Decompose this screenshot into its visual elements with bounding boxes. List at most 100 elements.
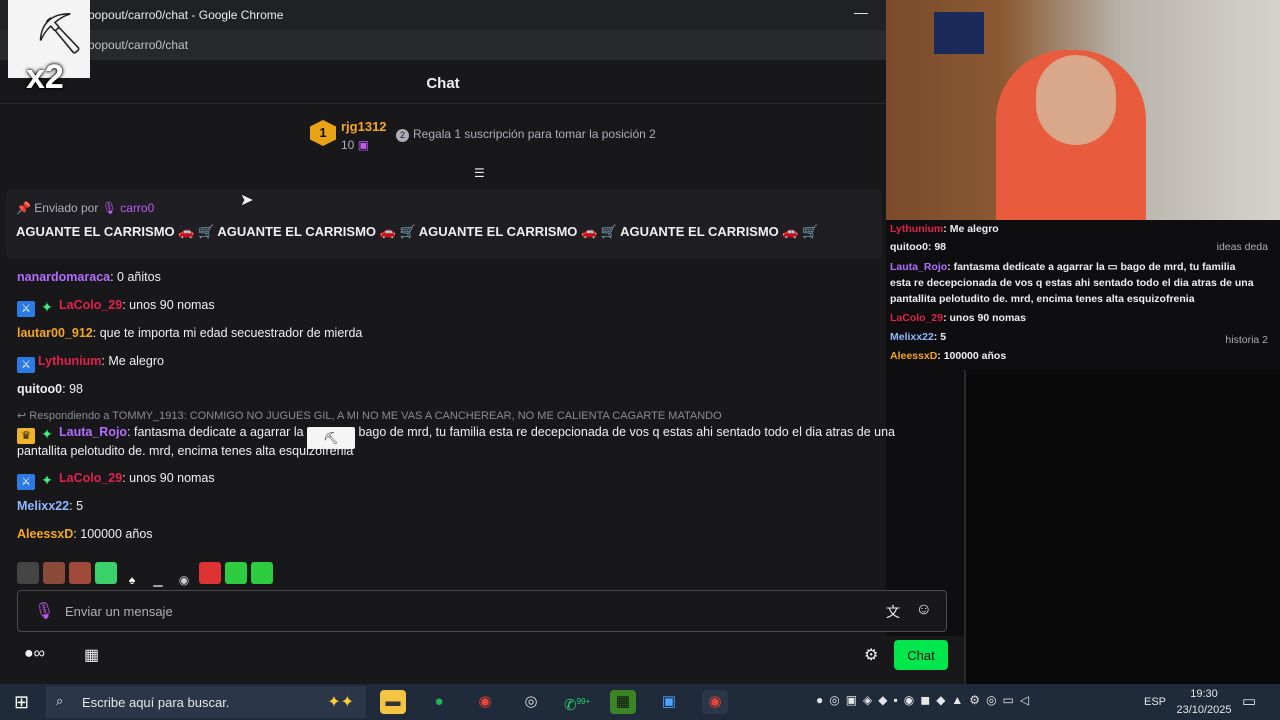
username[interactable]: lautar00_912 [17, 326, 93, 340]
mic-icon: 🎙 [34, 603, 55, 620]
sparkle-icon: ✦ [41, 472, 53, 488]
emoji-icon[interactable]: ☺ [916, 601, 932, 619]
sword-icon: ⚔ [17, 357, 35, 373]
username[interactable]: LaColo_29 [59, 298, 122, 312]
window-title: popout/carro0/chat - Google Chrome [88, 8, 284, 22]
language-indicator[interactable]: ESP [1144, 696, 1166, 708]
username[interactable]: Lauta_Rojo [59, 425, 127, 439]
overlay-line: pantallita pelotudito de. mrd, encima te… [890, 293, 1195, 305]
taskbar: ⊞ ⌕ Escribe aquí para buscar. ✦✦ ▬ ● ◉ ◎… [0, 684, 1280, 720]
points-icon[interactable]: ●∞ [24, 645, 45, 663]
emote-button[interactable] [43, 562, 65, 584]
chrome-active-icon[interactable]: ◉ [702, 690, 728, 714]
username[interactable]: AleessxD [17, 527, 73, 541]
whatsapp-icon[interactable]: ✆99+ [564, 690, 590, 714]
translate-icon[interactable]: 文 [886, 602, 900, 622]
minecraft-icon[interactable]: ▦ [610, 690, 636, 714]
message-list: nanardomaraca: 0 añitos ⚔ ✦ LaColo_29: uno… [0, 262, 895, 552]
chat-title: Chat [426, 75, 460, 92]
windows-start-icon[interactable]: ⊞ [14, 692, 29, 713]
rank-badge: 1 [310, 120, 336, 146]
input-placeholder: Enviar un mensaje [65, 604, 173, 619]
chrome-window: popout/carro0/chat - Google Chrome — pop… [0, 0, 947, 684]
system-tray[interactable]: ●◎▣◈◆▪◉◼◆▲⚙◎▭◁ [816, 693, 1035, 707]
gift-hint[interactable]: 2 Regala 1 suscripción para tomar la posi… [396, 127, 656, 142]
mouse-cursor: ➤ [240, 192, 254, 209]
jersey-icon [934, 12, 984, 54]
username[interactable]: LaColo_29 [59, 471, 122, 485]
overlay-line: Lythunium: Me alegro [890, 223, 999, 235]
webcam-feed [886, 0, 1280, 220]
pinned-message: 📌 Enviado por 🎙 carro0 AGUANTE EL CARRIS… [6, 190, 882, 258]
emote-button[interactable] [251, 562, 273, 584]
username[interactable]: Melixx22 [17, 499, 69, 513]
question-icon: 2 [396, 129, 409, 142]
chrome-icon[interactable]: ◉ [472, 690, 498, 714]
overlay-line: esta re decepcionada de vos q estas ahi … [890, 277, 1254, 289]
emote-bar: ♠ ▁ ◉ [17, 562, 277, 587]
clock[interactable]: 19:30 23/10/2025 [1176, 686, 1232, 718]
sparkle-icon: ✦✦ [327, 694, 354, 711]
username[interactable]: nanardomaraca [17, 270, 110, 284]
chat-line: Melixx22: 5 [17, 499, 84, 513]
emote-button[interactable] [225, 562, 247, 584]
mic-icon: 🎙 [101, 201, 117, 215]
emote-button[interactable] [17, 562, 39, 584]
chat-line: ⚔ ✦ LaColo_29: unos 90 nomas [17, 471, 215, 490]
taskbar-search[interactable]: ⌕ Escribe aquí para buscar. ✦✦ [46, 686, 366, 718]
store-icon[interactable]: ▣ [656, 690, 682, 714]
send-chat-button[interactable]: Chat [894, 640, 948, 670]
collapse-icon[interactable]: ☰ [474, 166, 490, 180]
store-icon[interactable]: ▦ [84, 645, 99, 665]
gear-icon[interactable]: ⚙ [864, 645, 878, 665]
overlay-line: LaColo_29: unos 90 nomas [890, 312, 1026, 324]
crown-icon: ♛ [17, 428, 35, 444]
chat-header: Chat [0, 62, 886, 104]
reply-context: ↩ Respondiendo a TOMMY_1913: CONMIGO NO … [17, 410, 722, 422]
gift-icon: ▣ [357, 138, 370, 152]
shovel-icon: ⛏ [34, 12, 85, 56]
chat-line: nanardomaraca: 0 añitos [17, 270, 161, 284]
shovel-overlay: ⛏ x2 [8, 0, 90, 96]
sword-icon: ⚔ [17, 301, 35, 317]
multiplier-label: x2 [26, 58, 64, 96]
overlay-line: Lauta_Rojo: fantasma dedicate a agarrar … [890, 261, 1236, 273]
emote-button[interactable]: ♠ [121, 569, 143, 591]
overlay-line: Melixx22: 5 [890, 331, 947, 343]
overlay-line: AleessxD: 100000 años [890, 350, 1007, 362]
empty-area [966, 370, 1280, 684]
search-icon: ⌕ [56, 693, 64, 708]
overlay-line: quitoo0: 98 [890, 241, 947, 253]
minimize-icon[interactable]: — [854, 4, 868, 20]
username[interactable]: quitoo0 [17, 382, 62, 396]
chat-line-cont: pantallita pelotudito de. mrd, encima te… [17, 444, 354, 458]
address-text: popout/carro0/chat [88, 38, 189, 52]
emote-button[interactable]: ▁ [147, 569, 169, 591]
obs-icon[interactable]: ◎ [518, 690, 544, 714]
chat-line: lautar00_912: que te importa mi edad sec… [17, 326, 363, 340]
emote-button[interactable] [199, 562, 221, 584]
spotify-icon[interactable]: ● [426, 690, 452, 714]
leader-count: 10 ▣ [341, 138, 370, 152]
pinned-text: AGUANTE EL CARRISMO 🚗 🛒 AGUANTE EL CARRI… [16, 224, 819, 239]
notification-icon[interactable]: ▭ [1242, 692, 1256, 710]
leader-name[interactable]: rjg1312 [341, 119, 387, 134]
sparkle-icon: ✦ [41, 426, 53, 442]
title-bar: popout/carro0/chat - Google Chrome — [0, 0, 886, 30]
chat-footer: ●∞ ▦ ⚙ Chat [0, 636, 966, 684]
emote-button[interactable]: ◉ [173, 569, 195, 591]
sparkle-icon: ✦ [41, 299, 53, 315]
emote-button[interactable] [69, 562, 91, 584]
address-bar[interactable]: popout/carro0/chat [0, 30, 886, 60]
sword-icon: ⚔ [17, 474, 35, 490]
emote-button[interactable] [95, 562, 117, 584]
chat-overlay: Lythunium: Me alegro quitoo0: 98 ideas d… [886, 220, 1280, 370]
pinned-by: 📌 Enviado por 🎙 carro0 [16, 201, 155, 215]
file-explorer-icon[interactable]: ▬ [380, 690, 406, 714]
overlay-side-label: historia 2 [1225, 334, 1268, 346]
chat-line: ⚔ ✦ LaColo_29: unos 90 nomas [17, 298, 215, 317]
chat-line: quitoo0: 98 [17, 382, 83, 396]
username[interactable]: Lythunium [38, 354, 101, 368]
chat-input[interactable]: 🎙 Enviar un mensaje 文 ☺ [17, 590, 947, 632]
overlay-side-label: ideas deda [1216, 241, 1268, 253]
